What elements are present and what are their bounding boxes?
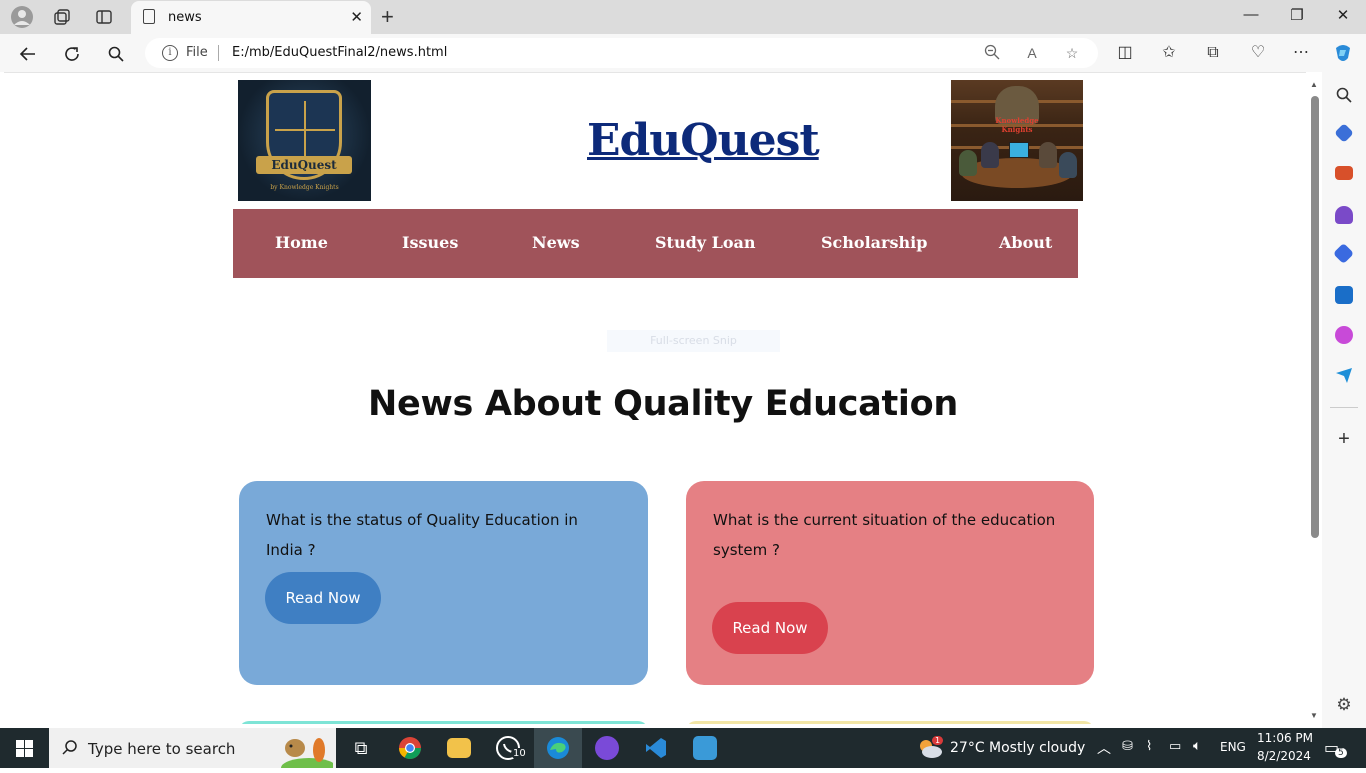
search-highlight-illustration [275,730,337,773]
url-text[interactable]: E:/mb/EduQuestFinal2/news.html [232,45,447,60]
profile-icon[interactable] [10,5,34,29]
photos-icon[interactable] [693,736,717,760]
scroll-down-icon[interactable]: ▼ [1310,711,1318,720]
divider [1330,407,1358,408]
restore-icon[interactable]: ❐ [1287,6,1307,24]
nav-study-loan[interactable]: Study Loan [655,233,756,252]
new-tab-icon[interactable]: + [381,4,394,30]
copilot-icon[interactable] [1332,42,1354,64]
refresh-icon[interactable] [60,42,84,66]
main-nav: Home Issues News Study Loan Scholarship … [233,209,1078,278]
snip-overlay-label: Full-screen Snip [607,330,780,352]
news-card-partial [239,721,648,724]
drop-send-icon[interactable] [1335,366,1353,384]
news-card: What is the status of Quality Education … [239,481,648,685]
more-menu-icon[interactable]: ⋯ [1290,42,1312,64]
search-placeholder: Type here to search [88,740,236,758]
minimize-icon[interactable]: — [1241,6,1261,23]
volume-icon[interactable]: 🔈︎ [1193,738,1201,754]
page-heading: News About Quality Education [368,384,958,424]
nav-home[interactable]: Home [275,233,328,252]
active-tab[interactable]: news ✕ [131,1,371,34]
sidebar-settings-gear-icon[interactable]: ⚙ [1335,696,1353,714]
wifi-icon[interactable]: ⌇ [1146,739,1152,754]
read-now-button[interactable]: Read Now [712,602,828,654]
page-scrollbar[interactable]: ▲ ▼ [1306,72,1322,724]
file-explorer-icon[interactable] [447,738,471,758]
shopping-tag-icon[interactable] [1334,123,1354,143]
designer-icon[interactable] [1335,326,1353,344]
favorites-icon[interactable]: ✩ [1158,42,1180,64]
microsoft-365-icon[interactable] [1332,242,1355,265]
windows-taskbar: Type here to search ⧉ 10 1 27°C Mostly c… [0,728,1366,773]
browser-essentials-icon[interactable]: ♡ [1247,42,1269,64]
knights-library-image[interactable]: Knowledge Knights [951,80,1083,201]
address-bar[interactable]: i File E:/mb/EduQuestFinal2/news.html A … [145,38,1098,68]
logo-banner: EduQuest [256,156,352,174]
chevron-up-icon[interactable]: ︿ [1097,738,1111,758]
close-window-icon[interactable]: ✕ [1333,6,1353,24]
games-icon[interactable] [1335,206,1353,224]
toolbar: i File E:/mb/EduQuestFinal2/news.html A … [0,34,1366,72]
nav-issues[interactable]: Issues [402,233,458,252]
language-indicator[interactable]: ENG [1220,740,1246,754]
news-question: What is the current situation of the edu… [713,511,1056,559]
laptop-icon [1009,142,1029,158]
vertical-tabs-icon[interactable] [92,5,116,29]
news-card-partial [686,721,1094,724]
tools-briefcase-icon[interactable] [1335,166,1353,180]
read-aloud-icon[interactable]: A [1023,44,1041,62]
image-caption: Knowledge Knights [995,116,1039,134]
split-screen-icon[interactable]: ◫ [1114,42,1136,64]
page-viewport: EduQuest by Knowledge Knights EduQuest K… [4,72,1322,724]
favorite-star-icon[interactable]: ☆ [1063,44,1081,62]
search-icon [61,739,79,762]
news-question: What is the status of Quality Education … [266,511,578,559]
page-icon [143,9,155,24]
whatsapp-badge: 10 [511,748,528,759]
divider [218,45,219,61]
windows-start-icon[interactable] [16,740,33,757]
tab-strip: news ✕ + — ❐ ✕ [0,0,1366,34]
edge-icon[interactable] [546,736,570,760]
info-icon[interactable]: i [162,45,178,61]
back-icon[interactable] [16,42,40,66]
weather-badge: 1 [932,736,944,745]
eduquest-logo-image[interactable]: EduQuest by Knowledge Knights [238,80,371,201]
site-title[interactable]: EduQuest [587,115,820,166]
logo-subtitle: by Knowledge Knights [270,184,339,191]
read-now-button[interactable]: Read Now [265,572,381,624]
nav-scholarship[interactable]: Scholarship [821,233,927,252]
chrome-icon[interactable] [398,736,422,760]
tab-title: news [168,10,202,25]
scroll-thumb[interactable] [1311,96,1319,538]
clock-time[interactable]: 11:06 PM [1257,731,1313,745]
usb-device-icon[interactable]: ⛁ [1122,739,1133,754]
scroll-up-icon[interactable]: ▲ [1310,80,1318,89]
search-icon[interactable] [104,42,128,66]
zoom-out-icon[interactable] [983,44,1001,62]
nav-news[interactable]: News [532,233,580,252]
workspaces-icon[interactable] [50,5,74,29]
close-tab-icon[interactable]: ✕ [350,8,363,26]
task-view-icon[interactable]: ⧉ [349,736,373,760]
collections-icon[interactable]: ⧉ [1202,42,1224,64]
outlook-icon[interactable] [1335,286,1353,304]
weather-text[interactable]: 27°C Mostly cloudy [950,740,1085,756]
url-scheme-label: File [186,45,208,60]
clock-date[interactable]: 8/2/2024 [1257,749,1311,763]
nav-about[interactable]: About [999,233,1052,252]
taskbar-search[interactable]: Type here to search [49,728,337,773]
sidebar-search-icon[interactable] [1335,86,1353,104]
battery-icon[interactable]: ▭ [1169,739,1181,754]
notification-count: 5 [1335,748,1347,758]
add-sidebar-app-icon[interactable]: + [1335,429,1353,449]
github-desktop-icon[interactable] [595,736,619,760]
edge-sidebar: + ⚙ [1322,72,1366,728]
vscode-icon[interactable] [644,736,668,760]
news-card: What is the current situation of the edu… [686,481,1094,685]
